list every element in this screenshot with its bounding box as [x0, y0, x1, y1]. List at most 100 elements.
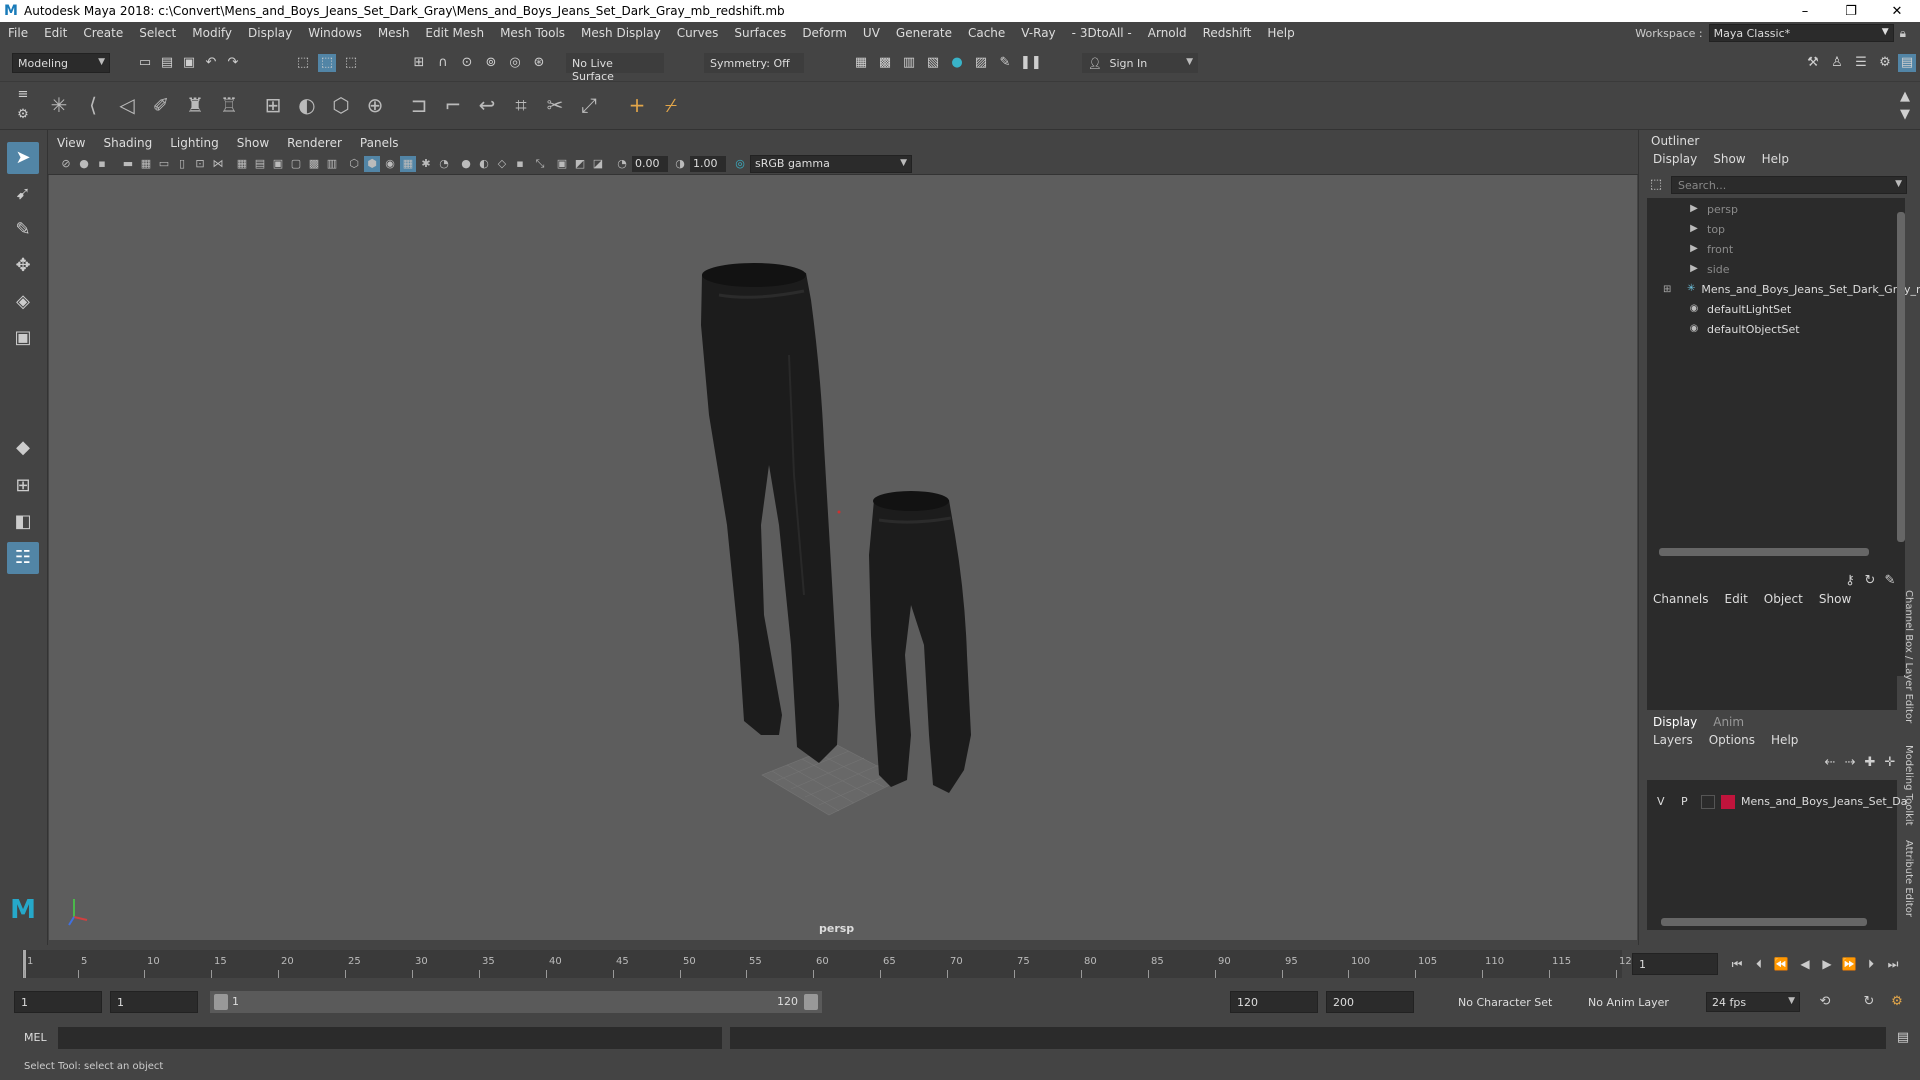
- render-settings-icon[interactable]: ▧: [924, 54, 942, 72]
- shelf-sphere-icon[interactable]: ◐: [292, 90, 322, 120]
- character-set-dropdown[interactable]: No Character Set: [1438, 992, 1574, 1012]
- step-forward-key-icon[interactable]: ⏩: [1840, 955, 1858, 973]
- layer-playback-toggle[interactable]: P: [1681, 795, 1688, 808]
- playback-end-field[interactable]: 120: [1230, 991, 1318, 1013]
- color-management-icon[interactable]: ◎: [732, 156, 748, 172]
- depth-of-field-icon[interactable]: ◐: [476, 156, 492, 172]
- save-scene-icon[interactable]: ▣: [180, 54, 198, 72]
- vp-menu-shading[interactable]: Shading: [94, 136, 161, 150]
- shelf-menu-icon[interactable]: ≡: [14, 86, 32, 104]
- new-scene-icon[interactable]: ▭: [136, 54, 154, 72]
- menu-redshift[interactable]: Redshift: [1195, 26, 1260, 40]
- shelf-bridge-icon[interactable]: ⌗: [506, 90, 536, 120]
- shelf-character-icon[interactable]: ♜: [180, 90, 210, 120]
- render-setup-icon[interactable]: ▨: [972, 54, 990, 72]
- layer-display-type[interactable]: [1701, 795, 1715, 809]
- select-hierarchy-icon[interactable]: ⬚: [294, 54, 312, 72]
- lock-icon[interactable]: 🔒︎: [1900, 26, 1906, 41]
- exposure-icon[interactable]: ◔: [614, 156, 630, 172]
- sign-in-button[interactable]: 👤︎ Sign In ▼: [1082, 53, 1198, 73]
- paint-select-tool-icon[interactable]: ✎: [7, 214, 39, 246]
- tab-anim[interactable]: Anim: [1713, 715, 1744, 729]
- hypershade-icon[interactable]: ●: [948, 54, 966, 72]
- rotate-tool-icon[interactable]: ◈: [7, 286, 39, 318]
- shelf-lattice-icon[interactable]: ⊞: [258, 90, 288, 120]
- outliner-scrollbar-h[interactable]: [1659, 548, 1869, 556]
- snap-vertex-icon[interactable]: ⊛: [530, 54, 548, 72]
- outliner-item-persp[interactable]: ▶ persp: [1647, 200, 1905, 218]
- light-editor-icon[interactable]: ✎: [996, 54, 1014, 72]
- four-view-icon[interactable]: ⊞: [7, 470, 39, 502]
- menu-windows[interactable]: Windows: [300, 26, 370, 40]
- outliner-filter-icon[interactable]: ⬚: [1647, 176, 1665, 194]
- gamma-field[interactable]: 1.00: [690, 156, 726, 172]
- playback-start-field[interactable]: 1: [110, 991, 198, 1013]
- menu-modify[interactable]: Modify: [184, 26, 240, 40]
- vp-menu-lighting[interactable]: Lighting: [161, 136, 228, 150]
- snap-view-icon[interactable]: ⊚: [482, 54, 500, 72]
- step-back-key-icon[interactable]: ⏪: [1772, 955, 1790, 973]
- menu-mesh-tools[interactable]: Mesh Tools: [492, 26, 573, 40]
- close-button[interactable]: ✕: [1874, 0, 1920, 22]
- layer-help-menu[interactable]: Help: [1771, 733, 1798, 747]
- anim-layer-dropdown[interactable]: No Anim Layer: [1582, 992, 1692, 1012]
- tab-modeling-toolkit[interactable]: Modeling Toolkit: [1903, 745, 1914, 826]
- menu-arnold[interactable]: Arnold: [1140, 26, 1195, 40]
- shelf-scroll-down-icon[interactable]: ▼: [1896, 106, 1914, 124]
- menu-edit-mesh[interactable]: Edit Mesh: [417, 26, 492, 40]
- vp-menu-panels[interactable]: Panels: [351, 136, 408, 150]
- gamma-icon[interactable]: ◑: [672, 156, 688, 172]
- redo-icon[interactable]: ↷: [224, 54, 242, 72]
- view-transform-dropdown[interactable]: sRGB gamma ▼: [750, 155, 912, 173]
- go-to-start-icon[interactable]: ⏮: [1728, 955, 1746, 973]
- motion-blur-icon[interactable]: ◔: [436, 156, 452, 172]
- minimize-button[interactable]: –: [1782, 0, 1828, 22]
- layer-color-swatch[interactable]: [1721, 795, 1735, 809]
- resolution-gate-icon[interactable]: ▯: [174, 156, 190, 172]
- menu-mesh[interactable]: Mesh: [370, 26, 418, 40]
- tab-channel-box-layer-editor[interactable]: Channel Box / Layer Editor: [1903, 590, 1914, 723]
- layers-menu[interactable]: Layers: [1653, 733, 1693, 747]
- range-slider[interactable]: 1 120: [210, 991, 822, 1013]
- exposure-field[interactable]: 0.00: [632, 156, 668, 172]
- vp-menu-renderer[interactable]: Renderer: [278, 136, 351, 150]
- xray-icon[interactable]: ⬢: [364, 156, 380, 172]
- wireframe-on-shaded-icon[interactable]: ▢: [288, 156, 304, 172]
- select-object-icon[interactable]: ⬚: [318, 54, 336, 72]
- channel-refresh-icon[interactable]: ↻: [1861, 572, 1879, 590]
- layer-options-menu[interactable]: Options: [1709, 733, 1755, 747]
- animation-start-field[interactable]: 1: [14, 991, 102, 1013]
- layer-visibility-toggle[interactable]: V: [1657, 795, 1665, 808]
- shelf-bevel-icon[interactable]: ⊐: [404, 90, 434, 120]
- menu-generate[interactable]: Generate: [888, 26, 960, 40]
- vp-menu-view[interactable]: View: [48, 136, 94, 150]
- outliner-search-input[interactable]: Search... ▼: [1671, 176, 1907, 194]
- shelf-multicut-icon[interactable]: ✂: [540, 90, 570, 120]
- menu-curves[interactable]: Curves: [669, 26, 727, 40]
- maximize-button[interactable]: ❐: [1828, 0, 1874, 22]
- command-language-label[interactable]: MEL: [24, 1031, 47, 1044]
- snap-grid-icon[interactable]: ⊞: [410, 54, 428, 72]
- snapshot-icon[interactable]: ⤡: [532, 156, 548, 172]
- pause-render-icon[interactable]: ❚❚: [1020, 54, 1042, 72]
- outliner-scrollbar-v[interactable]: [1897, 212, 1905, 542]
- outliner-menu-help[interactable]: Help: [1762, 152, 1789, 166]
- scale-tool-icon[interactable]: ▣: [7, 322, 39, 354]
- outliner-layout-icon[interactable]: ☷: [7, 542, 39, 574]
- layer-scrollbar-h[interactable]: [1661, 918, 1867, 926]
- command-input[interactable]: [58, 1027, 722, 1049]
- shelf-target-weld-icon[interactable]: ⌿: [656, 90, 686, 120]
- field-chart-icon[interactable]: ⋈: [210, 156, 226, 172]
- safe-action-icon[interactable]: ⊡: [192, 156, 208, 172]
- channel-object-menu[interactable]: Object: [1764, 592, 1803, 606]
- vp-menu-show[interactable]: Show: [228, 136, 278, 150]
- shelf-plus-icon[interactable]: +: [622, 90, 652, 120]
- open-scene-icon[interactable]: ▤: [158, 54, 176, 72]
- menu-deform[interactable]: Deform: [794, 26, 855, 40]
- channel-edit-menu[interactable]: Edit: [1725, 592, 1748, 606]
- lasso-tool-icon[interactable]: ➹: [7, 178, 39, 210]
- snap-surface-icon[interactable]: ◎: [506, 54, 524, 72]
- outliner-item-default-object-set[interactable]: ◉ defaultObjectSet: [1647, 320, 1905, 338]
- new-layer-selected-icon[interactable]: ✛: [1881, 754, 1899, 772]
- script-editor-icon[interactable]: ▤: [1894, 1029, 1912, 1047]
